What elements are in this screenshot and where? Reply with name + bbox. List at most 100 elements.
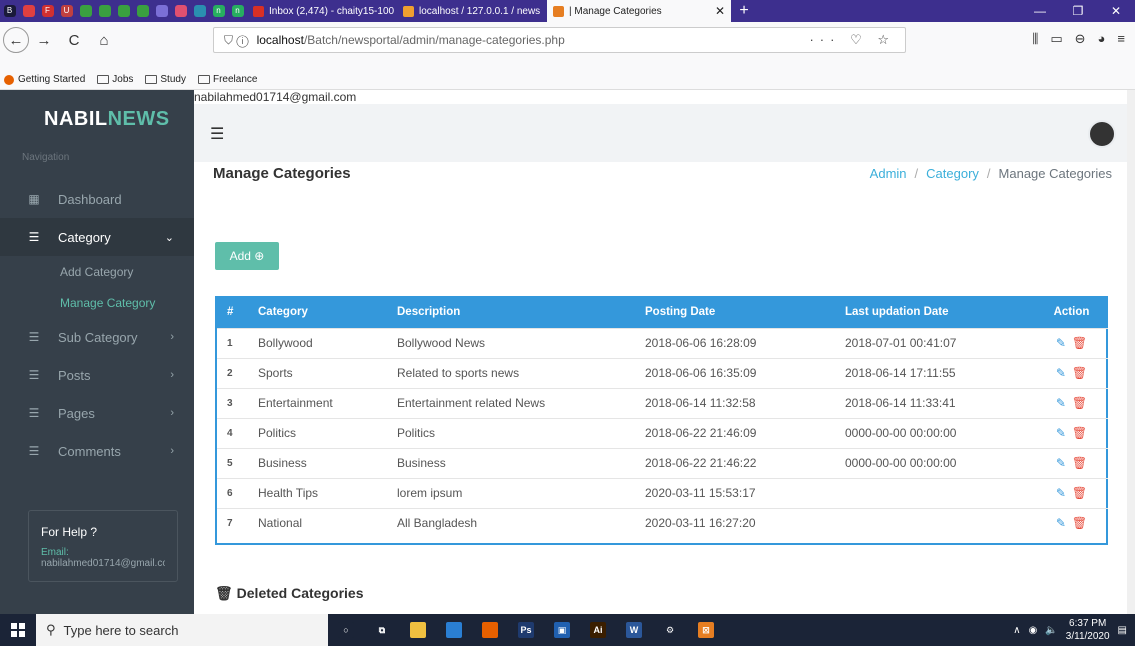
start-button[interactable] [0,614,36,646]
pinned-tab[interactable]: F [38,0,57,22]
edit-icon[interactable]: ✎ [1056,366,1066,380]
pinned-tab[interactable] [133,0,152,22]
sidebar-item[interactable]: ☰ Category ⌄ [0,218,194,256]
sidebar-item[interactable]: ☰ Pages › [0,394,194,432]
table-cell: Politics [387,417,635,448]
terminal-icon[interactable]: ▣ [544,614,580,646]
table-cell: 5 [217,447,248,478]
page-scrollbar[interactable] [1127,90,1135,614]
pinned-tab[interactable] [152,0,171,22]
sidebar-item[interactable]: ☰ Posts › [0,356,194,394]
logo[interactable]: NABILNEWS [44,108,170,131]
network-icon[interactable]: ◉ [1029,625,1038,636]
pinned-tab[interactable] [114,0,133,22]
delete-icon[interactable]: 🗑 [1072,516,1087,530]
edit-icon[interactable]: ✎ [1056,456,1066,470]
menu-icon: ☰ [28,230,40,244]
edit-icon[interactable]: ✎ [1056,336,1066,350]
task-view-icon[interactable]: ⧉ [364,614,400,646]
menu-icon[interactable]: ≡ [1117,31,1125,47]
site-info-icon[interactable]: ⛉ ⓘ [224,33,249,48]
table-cell: 6 [217,477,248,508]
volume-icon[interactable]: 🔈 [1045,625,1057,636]
tab-close-icon[interactable]: ✕ [540,4,547,18]
close-icon[interactable]: ✕ [1097,4,1135,18]
delete-icon[interactable]: 🗑 [1072,366,1087,380]
deleted-categories-heading: 🗑 Deleted Categories [215,585,364,601]
xampp-icon[interactable]: ⊠ [688,614,724,646]
bookmark-item[interactable]: Getting Started [4,74,85,85]
word-icon[interactable]: W [616,614,652,646]
bookmark-label: Study [160,74,186,85]
edit-icon[interactable]: ✎ [1056,486,1066,500]
tray-arrow-icon[interactable]: ∧ [1013,625,1020,636]
file-explorer-icon[interactable] [400,614,436,646]
account-icon[interactable]: ⊖ [1075,31,1086,47]
taskbar-app-glyph [482,622,498,638]
delete-icon[interactable]: 🗑 [1072,456,1087,470]
forward-icon[interactable]: → [29,32,59,49]
url-bar[interactable]: ⛉ ⓘ localhost/Batch/newsportal/admin/man… [213,27,906,53]
extension-icon[interactable]: ◕ [1098,31,1106,47]
browser-tab[interactable]: Inbox (2,474) - chaity15-100✕ [247,0,397,22]
add-button[interactable]: Add ⊕ [215,242,279,270]
hamburger-icon[interactable]: ☰ [210,124,224,144]
pinned-tab[interactable] [76,0,95,22]
taskbar-app-glyph: ⊠ [698,622,714,638]
pinned-tab[interactable] [171,0,190,22]
sidebar-item[interactable]: ☰ Comments › [0,432,194,470]
pinned-tab[interactable]: n [228,0,247,22]
pinned-tab[interactable] [95,0,114,22]
clock[interactable]: 6:37 PM 3/11/2020 [1066,617,1110,643]
bookmark-item[interactable]: Freelance [194,74,257,85]
back-icon[interactable]: ← [3,27,29,53]
new-tab-icon[interactable]: + [731,2,757,20]
delete-icon[interactable]: 🗑 [1072,486,1087,500]
minimize-icon[interactable]: — [1021,4,1059,18]
url-text[interactable]: localhost/Batch/newsportal/admin/manage-… [257,33,565,47]
pinned-tab[interactable]: U [57,0,76,22]
reload-icon[interactable]: C [59,32,89,49]
restore-icon[interactable]: ❐ [1059,4,1097,18]
cortana-icon[interactable]: ○ [328,614,364,646]
home-icon[interactable]: ⌂ [89,32,119,49]
notifications-icon[interactable]: ▤ [1118,625,1127,636]
delete-icon[interactable]: 🗑 [1072,396,1087,410]
breadcrumb-item[interactable]: Category [926,166,979,181]
bookmark-label: Getting Started [18,74,86,85]
browser-tab[interactable]: | Manage Categories ✕ [547,0,731,22]
pinned-tab[interactable] [19,0,38,22]
photoshop-icon[interactable]: Ps [508,614,544,646]
delete-icon[interactable]: 🗑 [1072,336,1087,350]
settings-icon[interactable]: ⚙ [652,614,688,646]
tab-close-icon[interactable]: ✕ [709,4,725,18]
taskbar-search[interactable]: ⚲ Type here to search [36,614,328,646]
breadcrumb-item[interactable]: Admin [870,166,907,181]
sidebar-item[interactable]: ▦ Dashboard [0,180,194,218]
avatar[interactable] [1088,120,1116,148]
submenu-item[interactable]: Add Category [0,256,194,287]
table-cell: Business [248,447,387,478]
edit-icon[interactable]: ✎ [1056,396,1066,410]
page-actions-icon[interactable]: ··· ♡ ☆ [809,32,895,48]
edit-icon[interactable]: ✎ [1056,516,1066,530]
illustrator-icon[interactable]: Ai [580,614,616,646]
bookmark-item[interactable]: Study [141,74,186,85]
pinned-tab[interactable]: n [209,0,228,22]
bookmark-item[interactable]: Jobs [93,74,133,85]
edit-icon[interactable]: ✎ [1056,426,1066,440]
table-cell: Bollywood [248,327,387,358]
help-email[interactable]: nabilahmed01714@gmail.com [41,558,165,569]
firefox-icon[interactable] [472,614,508,646]
sidebar-icon[interactable]: ▭ [1050,31,1062,47]
tab-title: localhost / 127.0.0.1 / news [419,5,541,17]
submenu-item[interactable]: Manage Category [0,287,194,318]
pinned-tab[interactable]: B [0,0,19,22]
sidebar-item[interactable]: ☰ Sub Category › [0,318,194,356]
pinned-tab[interactable] [190,0,209,22]
library-icon[interactable]: ⫼ [1032,31,1038,47]
mail-icon[interactable] [436,614,472,646]
browser-tab[interactable]: localhost / 127.0.0.1 / news✕ [397,0,547,22]
table-row: 5 Business Business 2018-06-22 21:46:22 0000… [217,447,1108,478]
delete-icon[interactable]: 🗑 [1072,426,1087,440]
